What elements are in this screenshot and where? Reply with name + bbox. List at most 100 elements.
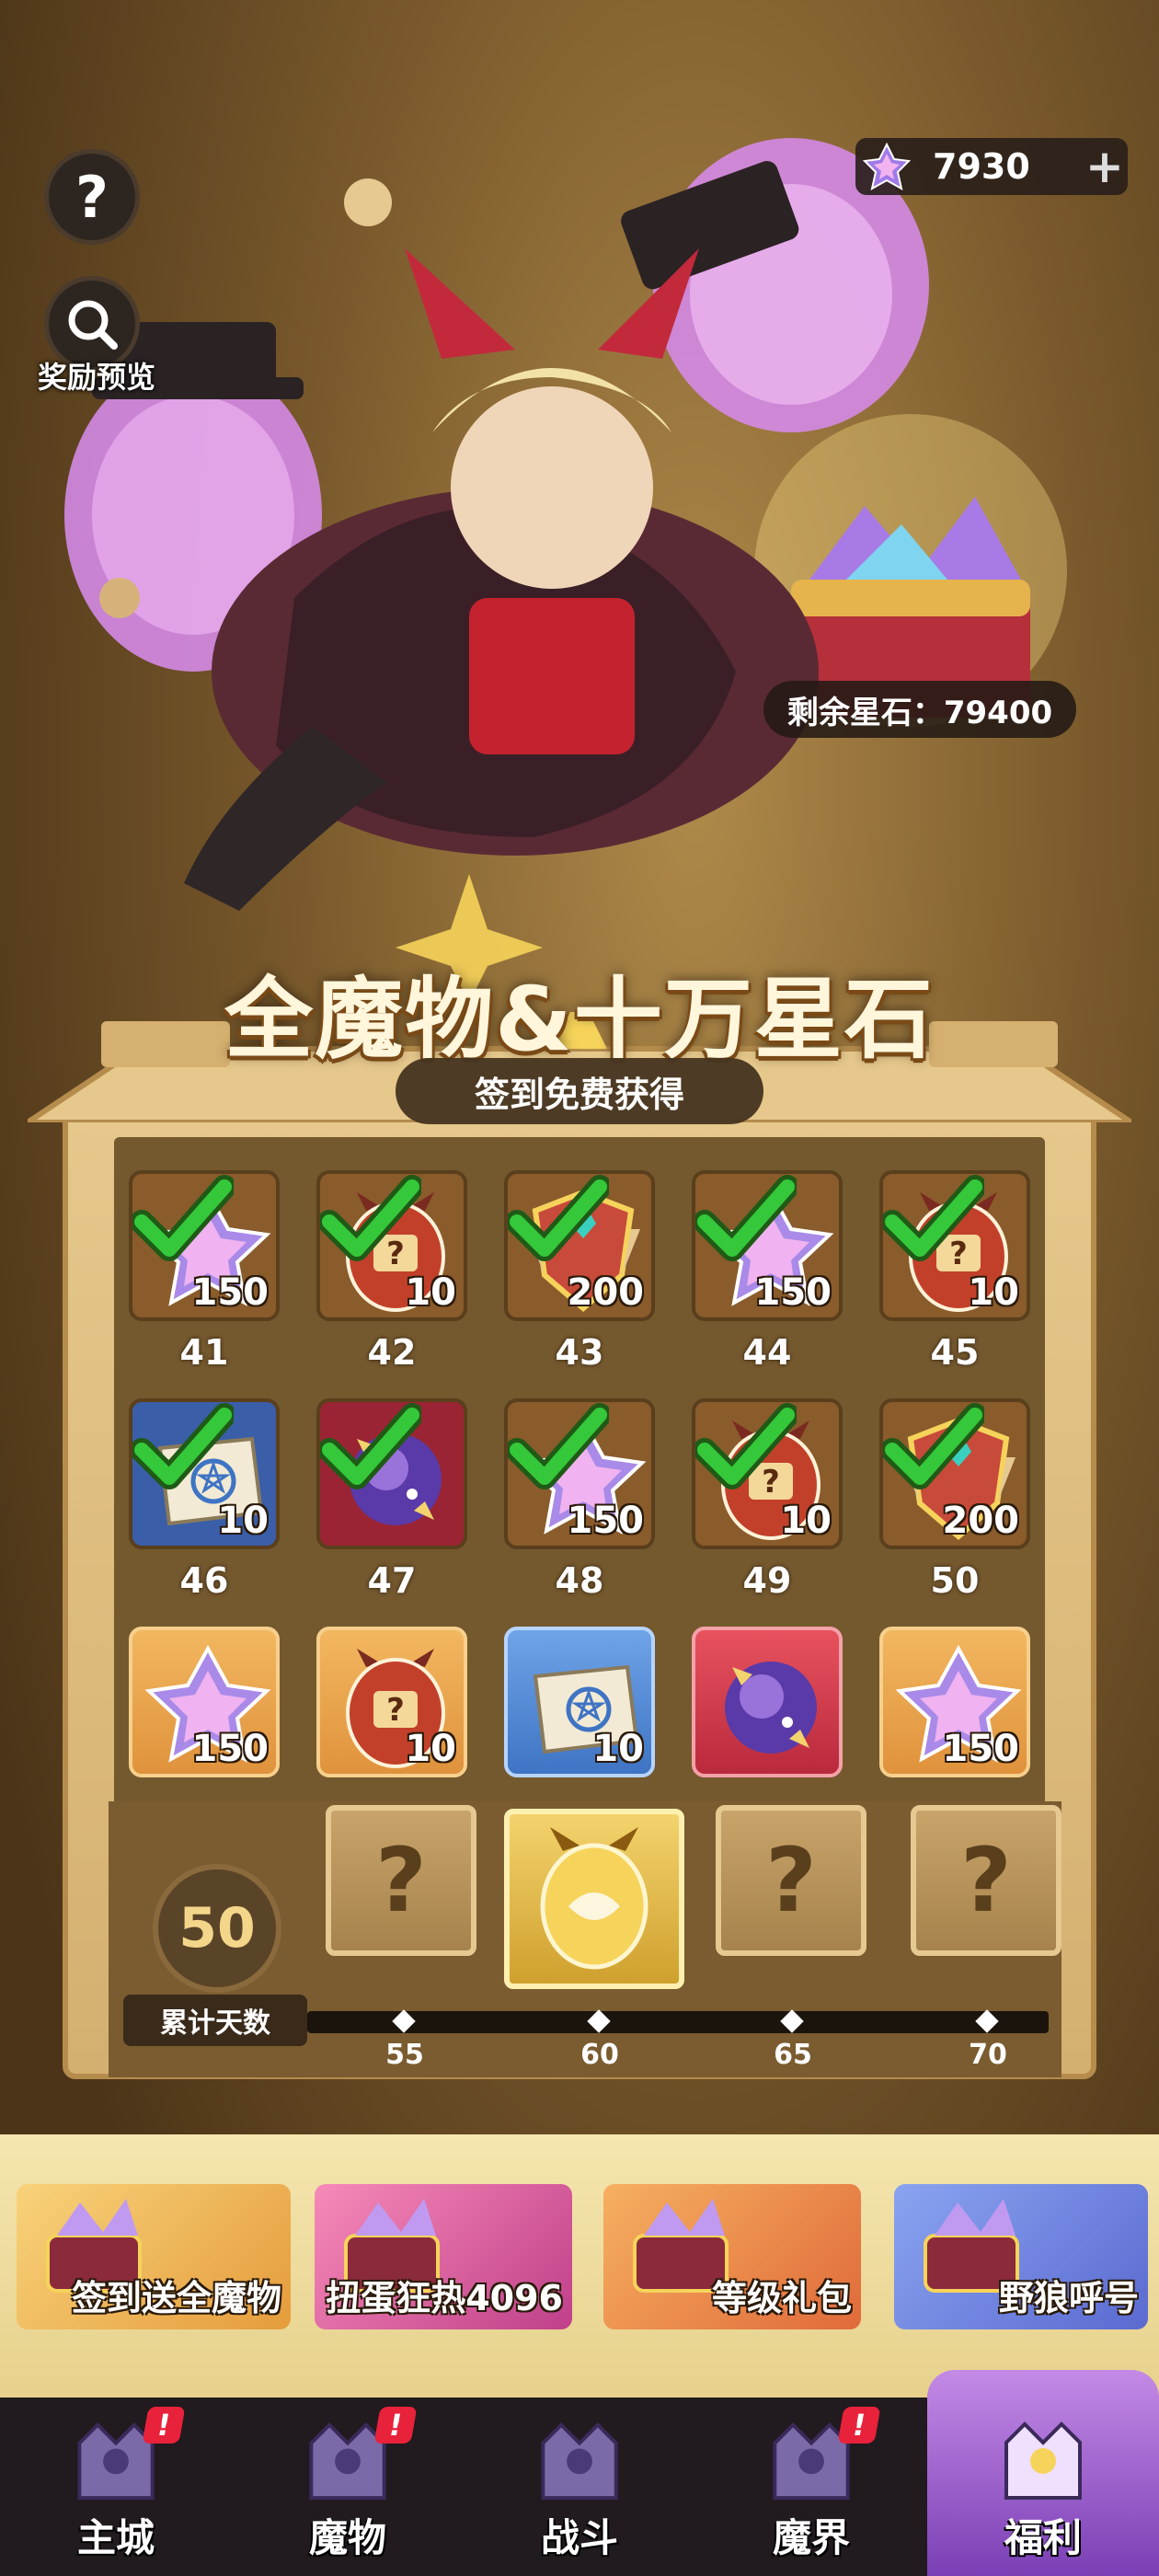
day-number: 48	[555, 1560, 604, 1601]
event-subtitle: 签到免费获得	[396, 1058, 763, 1124]
event-title: 全魔物&十万星石	[224, 968, 935, 1071]
nav-tab[interactable]: ! 魔界	[695, 2398, 927, 2576]
event-banner[interactable]: 野狼呼号	[894, 2184, 1148, 2329]
day-number: 49	[742, 1560, 792, 1601]
day-number: 44	[742, 1332, 792, 1373]
milestone-reward-55[interactable]: ?	[326, 1805, 476, 1956]
reward-quantity: 200	[567, 1271, 645, 1314]
reward-quantity: 200	[942, 1500, 1020, 1542]
claimed-check-icon	[132, 1403, 234, 1489]
milestone-day-label: 70	[969, 2039, 1007, 2071]
mystery-reward-icon: ?	[765, 1829, 817, 1932]
reward-preview-label: 奖励预览	[37, 360, 155, 395]
day-number: 41	[179, 1332, 229, 1373]
nav-tab-label: 福利	[1004, 2515, 1082, 2560]
milestone-reward-65[interactable]: ?	[716, 1805, 866, 1956]
event-banner[interactable]: 签到送全魔物	[17, 2184, 291, 2329]
nav-tab[interactable]: ! 主城	[0, 2398, 232, 2576]
daily-reward-cell[interactable]: ? 10 45	[879, 1170, 1036, 1373]
daily-reward-cell[interactable]: 150 48	[504, 1398, 660, 1601]
star-stone-balance: 7930	[933, 146, 1030, 187]
milestone-reward-60[interactable]	[504, 1809, 684, 1989]
cumulative-days-label: 累计天数	[123, 1995, 307, 2046]
daily-reward-cell[interactable]: ? 10 42	[316, 1170, 473, 1373]
help-button[interactable]: ?	[44, 149, 140, 245]
reward-tile[interactable]: 150	[879, 1627, 1030, 1777]
reward-quantity: 10	[780, 1500, 832, 1542]
reward-quantity: 10	[968, 1271, 1019, 1314]
event-banner-label: 签到送全魔物	[71, 2278, 281, 2318]
day-number: 42	[367, 1332, 417, 1373]
reward-tile[interactable]	[692, 1627, 843, 1777]
reward-quantity: 150	[191, 1728, 270, 1770]
nav-tab[interactable]: 战斗	[464, 2398, 695, 2576]
mystery-reward-icon: ?	[960, 1829, 1012, 1932]
reward-tile[interactable]: ? 10	[879, 1170, 1030, 1321]
reward-tile[interactable]: ? 10	[316, 1627, 467, 1777]
reward-quantity: 150	[754, 1271, 832, 1314]
reward-tile[interactable]: ? 10	[692, 1398, 843, 1549]
daily-reward-cell[interactable]: 47	[316, 1398, 473, 1601]
remaining-star-stones: 剩余星石：79400	[763, 681, 1076, 738]
event-banner[interactable]: 扭蛋狂热4096	[315, 2184, 572, 2329]
daily-reward-cell[interactable]: 150	[129, 1627, 285, 1783]
star-stone-icon	[862, 142, 912, 190]
claimed-check-icon	[508, 1175, 609, 1261]
claimed-check-icon	[695, 1175, 797, 1261]
nav-tab-label: 战斗	[540, 2515, 618, 2560]
claimed-check-icon	[508, 1403, 609, 1489]
daily-reward-cell[interactable]: 200 43	[504, 1170, 660, 1373]
daily-reward-cell[interactable]: 10 46	[129, 1398, 285, 1601]
help-icon: ?	[75, 163, 109, 231]
milestone-reward-70[interactable]: ?	[911, 1805, 1061, 1956]
daily-reward-cell[interactable]: 150 44	[692, 1170, 848, 1373]
claimed-check-icon	[883, 1175, 984, 1261]
hero-illustration	[64, 138, 1067, 1003]
nav-tab-label: 魔物	[308, 2515, 386, 2560]
milestone-day-label: 65	[774, 2039, 812, 2071]
reward-quantity: 10	[592, 1728, 644, 1770]
claimed-check-icon	[320, 1175, 421, 1261]
nav-tab-label: 魔界	[772, 2515, 850, 2560]
daily-reward-cell[interactable]: 150 41	[129, 1170, 285, 1373]
reward-tile[interactable]: ? 10	[316, 1170, 467, 1321]
reward-tile[interactable]: 150	[504, 1398, 655, 1549]
signin-event-screen: ? 奖励预览 7930 + 剩余星石：79400 全魔物&十万星石 签到免费获得…	[0, 0, 1159, 2576]
daily-reward-cell[interactable]: ? 10 49	[692, 1398, 848, 1601]
milestone-day-label: 55	[385, 2039, 424, 2071]
day-number: 46	[179, 1560, 229, 1601]
reward-quantity: 10	[217, 1500, 269, 1542]
daily-reward-cell[interactable]: 150	[879, 1627, 1036, 1783]
daily-reward-cell[interactable]: 10	[504, 1627, 660, 1783]
event-banner-label: 野狼呼号	[998, 2278, 1139, 2318]
welfare-chest-icon	[1004, 2421, 1082, 2500]
day-number: 43	[555, 1332, 604, 1373]
reward-tile[interactable]: 150	[692, 1170, 843, 1321]
event-banner[interactable]: 等级礼包	[603, 2184, 861, 2329]
daily-reward-cell[interactable]	[692, 1627, 848, 1783]
day-number: 45	[930, 1332, 980, 1373]
daily-reward-cell[interactable]: ? 10	[316, 1627, 473, 1783]
reward-tile[interactable]: 10	[504, 1627, 655, 1777]
reward-quantity: 150	[191, 1271, 270, 1314]
claimed-check-icon	[320, 1403, 421, 1489]
add-currency-button[interactable]: +	[1082, 140, 1128, 193]
magnifier-icon	[68, 300, 118, 350]
daily-reward-grid: 150 41? 10 42 200 43 150 44? 10 45 10 46 47 150 48? 10 4…	[129, 1170, 1030, 1796]
reward-tile[interactable]: 150	[129, 1170, 280, 1321]
daily-reward-cell[interactable]: 200 50	[879, 1398, 1036, 1601]
day-number: 50	[930, 1560, 980, 1601]
event-banner-label: 扭蛋狂热4096	[326, 2278, 563, 2318]
reward-tile[interactable]: 200	[504, 1170, 655, 1321]
reward-tile[interactable]	[316, 1398, 467, 1549]
milestone-day-label: 60	[580, 2039, 619, 2071]
reward-tile[interactable]: 10	[129, 1398, 280, 1549]
star-stone-currency: 7930 +	[855, 138, 1128, 195]
nav-tab[interactable]: ! 魔物	[232, 2398, 464, 2576]
nav-tab-label: 主城	[76, 2515, 155, 2560]
reward-tile[interactable]: 200	[879, 1398, 1030, 1549]
nav-tab[interactable]: 福利	[927, 2370, 1159, 2576]
reward-tile[interactable]: 150	[129, 1627, 280, 1777]
reward-quantity: 150	[942, 1728, 1020, 1770]
golden-egg-icon	[540, 1827, 648, 1970]
